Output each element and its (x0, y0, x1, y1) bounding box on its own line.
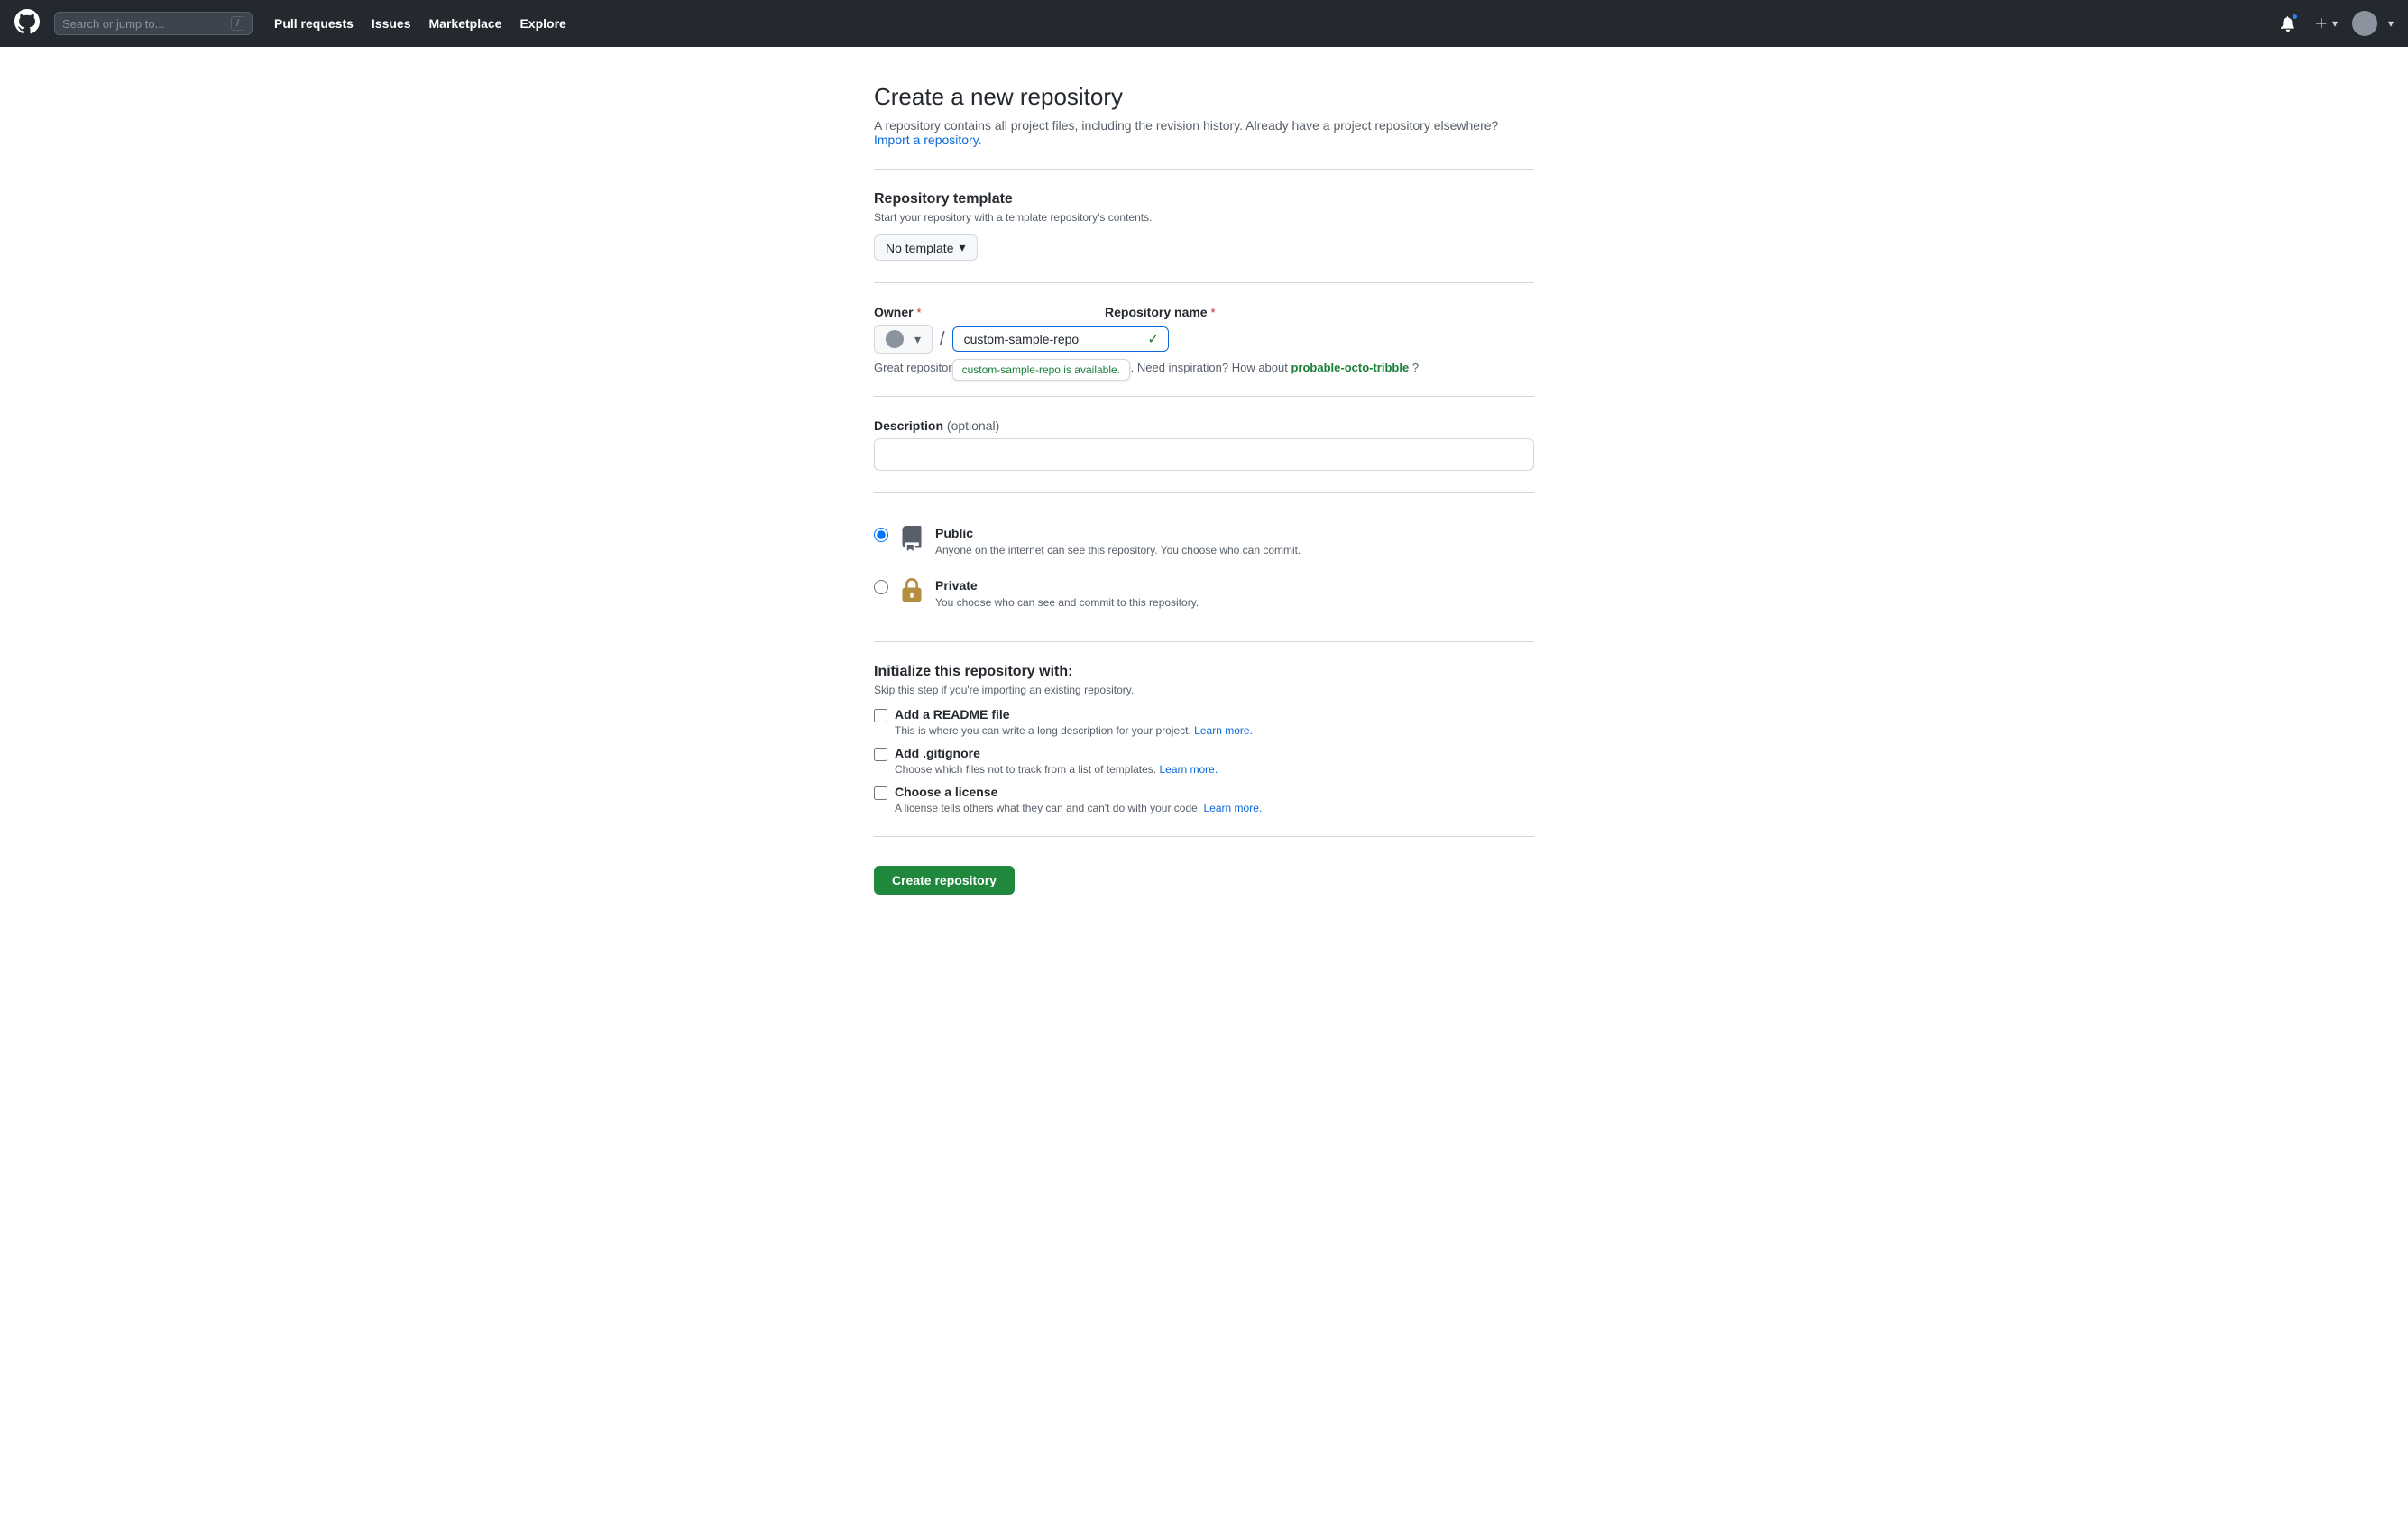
description-section: Description (optional) (874, 418, 1534, 471)
readme-learn-more-link[interactable]: Learn more. (1194, 724, 1253, 737)
public-icon (899, 526, 924, 556)
license-checkbox[interactable] (874, 786, 887, 800)
private-radio[interactable] (874, 580, 888, 594)
search-input[interactable] (62, 17, 224, 31)
avatar-chevron-icon: ▾ (2388, 17, 2394, 30)
github-logo-icon[interactable] (14, 9, 40, 38)
owner-repo-section: Owner * Repository name * ▾ / ✓ custom-s… (874, 305, 1534, 374)
navbar: / Pull requests Issues Marketplace Explo… (0, 0, 2408, 47)
divider-3 (874, 396, 1534, 397)
private-option: Private You choose who can see and commi… (874, 567, 1534, 620)
license-option: Choose a license A license tells others … (874, 785, 1534, 814)
public-text: Public Anyone on the internet can see th… (935, 526, 1301, 556)
notifications-button[interactable] (2276, 12, 2300, 35)
gitignore-learn-more-link[interactable]: Learn more. (1159, 763, 1218, 776)
owner-label: Owner * (874, 305, 1036, 319)
notification-badge (2291, 13, 2299, 21)
page-content: Create a new repository A repository con… (852, 47, 1556, 967)
private-text: Private You choose who can see and commi… (935, 578, 1199, 609)
nav-pull-requests[interactable]: Pull requests (267, 13, 361, 34)
nav-marketplace[interactable]: Marketplace (422, 13, 510, 34)
description-input[interactable] (874, 438, 1534, 471)
init-desc: Skip this step if you're importing an ex… (874, 684, 1534, 696)
nav-links: Pull requests Issues Marketplace Explore (267, 13, 574, 34)
repo-required-star: * (1210, 306, 1215, 319)
checkmark-icon: ✓ (1147, 330, 1159, 348)
slash-shortcut-icon: / (231, 16, 244, 31)
readme-checkbox[interactable] (874, 709, 887, 722)
create-new-button[interactable]: ▾ (2311, 13, 2341, 34)
slash-separator: / (940, 329, 945, 350)
owner-repo-label-row: Owner * Repository name * (874, 305, 1534, 319)
owner-dropdown[interactable]: ▾ (874, 325, 933, 354)
avatar[interactable] (2352, 11, 2377, 36)
divider-4 (874, 492, 1534, 493)
create-repository-button[interactable]: Create repository (874, 866, 1015, 895)
gitignore-text: Add .gitignore Choose which files not to… (895, 746, 1218, 776)
owner-required-star: * (916, 306, 921, 319)
repo-suggestion-link[interactable]: probable-octo-tribble (1291, 361, 1409, 374)
availability-tooltip: custom-sample-repo is available. (952, 359, 1130, 381)
public-radio[interactable] (874, 528, 888, 542)
template-chevron-icon: ▾ (959, 240, 965, 255)
public-option: Public Anyone on the internet can see th… (874, 515, 1534, 567)
template-section-title: Repository template (874, 191, 1534, 207)
optional-label: (optional) (947, 418, 999, 433)
template-section-desc: Start your repository with a template re… (874, 211, 1534, 224)
page-subtitle: A repository contains all project files,… (874, 118, 1534, 147)
nav-explore[interactable]: Explore (512, 13, 573, 34)
initialize-section: Initialize this repository with: Skip th… (874, 664, 1534, 814)
repo-name-input[interactable] (952, 326, 1169, 352)
owner-chevron-icon: ▾ (914, 332, 921, 347)
page-title: Create a new repository (874, 83, 1534, 111)
navbar-right: ▾ ▾ (2276, 11, 2394, 36)
divider-2 (874, 282, 1534, 283)
repo-name-wrapper: ✓ custom-sample-repo is available. (952, 326, 1169, 352)
repository-template-section: Repository template Start your repositor… (874, 191, 1534, 261)
chevron-down-icon: ▾ (2332, 17, 2338, 30)
readme-option: Add a README file This is where you can … (874, 707, 1534, 737)
repo-name-label: Repository name * (1105, 305, 1216, 319)
divider-6 (874, 836, 1534, 837)
init-title: Initialize this repository with: (874, 664, 1534, 680)
template-dropdown-label: No template (886, 241, 953, 255)
gitignore-option: Add .gitignore Choose which files not to… (874, 746, 1534, 776)
gitignore-checkbox[interactable] (874, 748, 887, 761)
owner-repo-inputs-row: ▾ / ✓ custom-sample-repo is available. (874, 325, 1534, 354)
description-label: Description (optional) (874, 418, 1534, 433)
nav-issues[interactable]: Issues (364, 13, 418, 34)
template-dropdown-button[interactable]: No template ▾ (874, 234, 978, 261)
readme-text: Add a README file This is where you can … (895, 707, 1253, 737)
divider-1 (874, 169, 1534, 170)
import-repo-link[interactable]: Import a repository. (874, 133, 982, 147)
license-learn-more-link[interactable]: Learn more. (1204, 802, 1263, 814)
divider-5 (874, 641, 1534, 642)
lock-icon (899, 578, 924, 608)
license-text: Choose a license A license tells others … (895, 785, 1262, 814)
search-bar[interactable]: / (54, 12, 253, 35)
visibility-section: Public Anyone on the internet can see th… (874, 515, 1534, 620)
owner-avatar-icon (886, 330, 904, 348)
